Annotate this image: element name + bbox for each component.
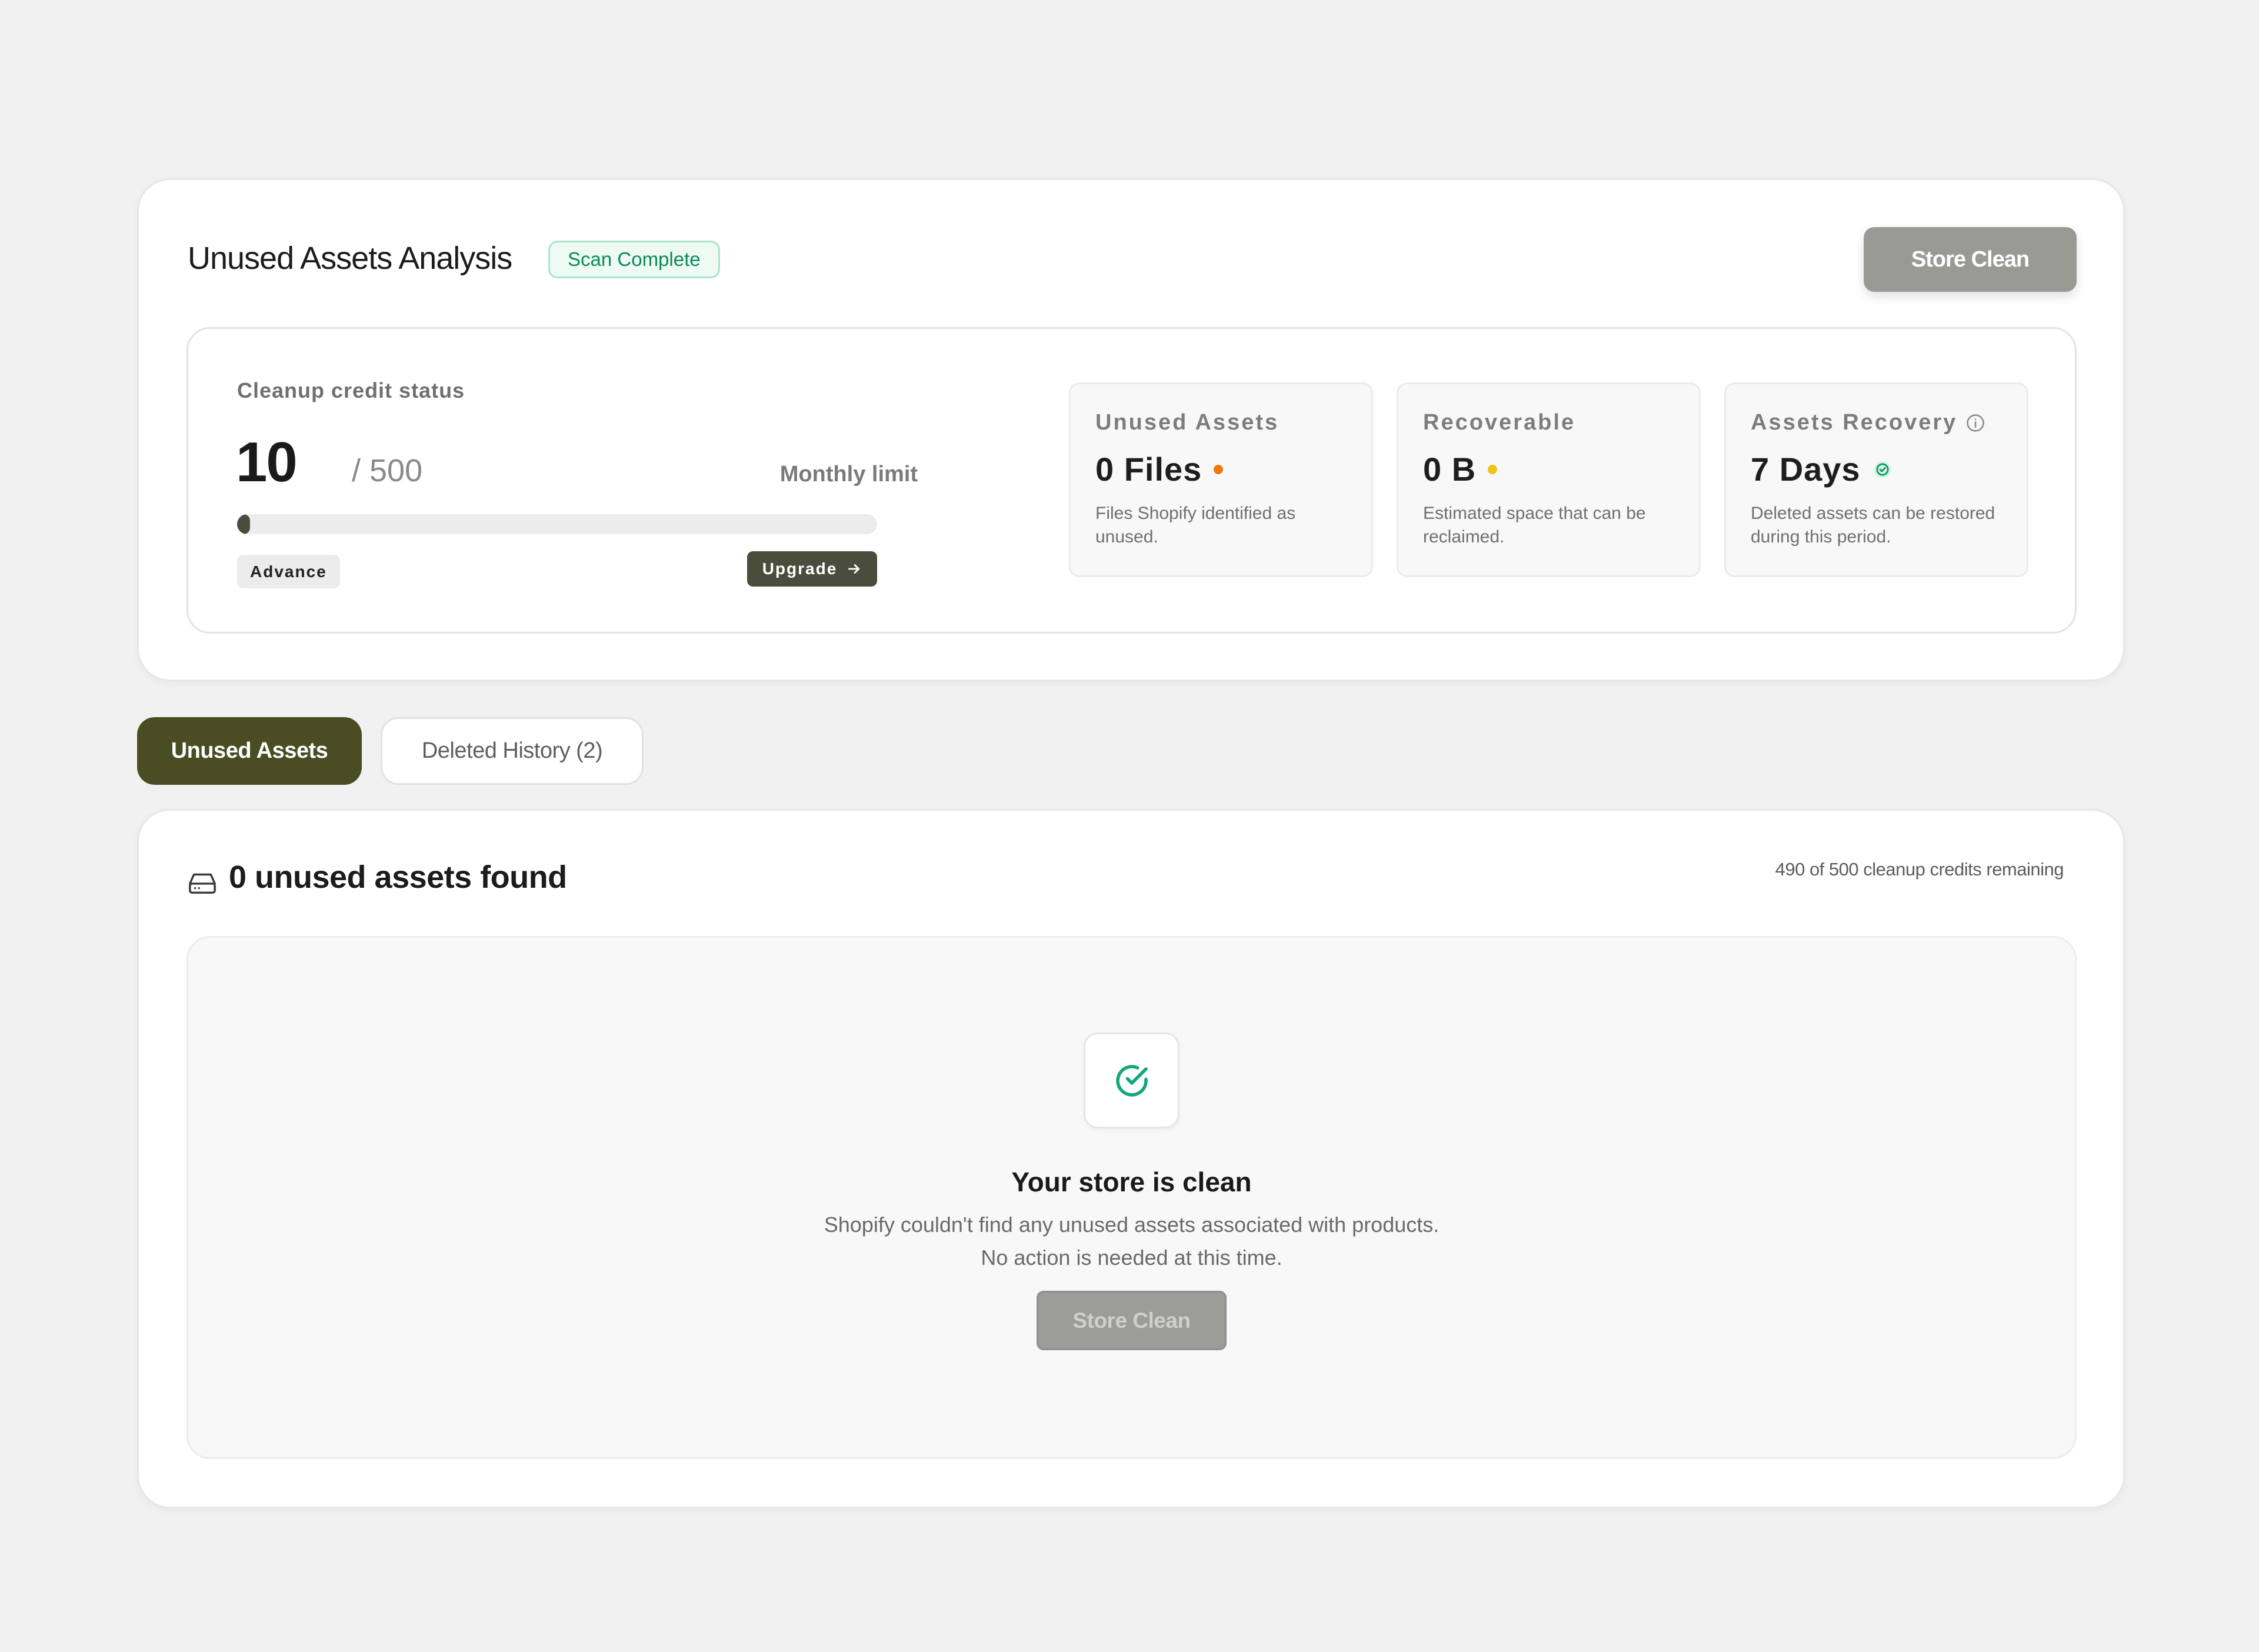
stat-value: 0 Files bbox=[1095, 451, 1202, 488]
analysis-card: Unused Assets Analysis Scan Complete Sto… bbox=[137, 178, 2125, 681]
upgrade-button-label: Upgrade bbox=[762, 559, 838, 578]
monthly-limit-label: Monthly limit bbox=[779, 462, 918, 487]
hard-drive-icon bbox=[189, 873, 216, 894]
stat-title: Recoverable bbox=[1423, 410, 1576, 435]
plan-badge: Advance bbox=[237, 555, 340, 588]
credit-status-label: Cleanup credit status bbox=[237, 378, 465, 402]
stat-title: Assets Recovery bbox=[1751, 410, 1958, 435]
tab-deleted-history[interactable]: Deleted History (2) bbox=[381, 717, 644, 785]
info-icon[interactable] bbox=[1965, 413, 1985, 433]
arrow-right-icon bbox=[848, 564, 860, 574]
empty-state-icon-box bbox=[1084, 1032, 1180, 1128]
stat-value: 0 B bbox=[1423, 451, 1477, 488]
empty-state-title: Your store is clean bbox=[1011, 1167, 1252, 1197]
credit-total-value: / 500 bbox=[352, 453, 423, 488]
stat-description: Estimated space that can be reclaimed. bbox=[1423, 504, 1646, 547]
empty-state-submessage: No action is needed at this time. bbox=[981, 1245, 1282, 1270]
credit-used-value: 10 bbox=[236, 431, 298, 494]
stat-description: Files Shopify identified as unused. bbox=[1095, 504, 1296, 547]
upgrade-button[interactable]: Upgrade bbox=[747, 551, 877, 587]
stat-card-unused-assets: Unused Assets 0 Files Files Shopify iden… bbox=[1069, 382, 1373, 577]
store-clean-button[interactable]: Store Clean bbox=[1864, 227, 2077, 292]
empty-state-message: Shopify couldn't find any unused assets … bbox=[824, 1213, 1440, 1237]
stat-card-recoverable: Recoverable 0 B Estimated space that can… bbox=[1397, 382, 1701, 577]
empty-state-panel: Your store is clean Shopify couldn't fin… bbox=[186, 936, 2077, 1459]
status-dot-icon bbox=[1214, 464, 1224, 474]
stat-value-row: 7 Days bbox=[1751, 450, 1893, 488]
stat-card-assets-recovery: Assets Recovery 7 Days Deleted assets ca… bbox=[1724, 382, 2028, 577]
credit-progress-fill bbox=[237, 514, 250, 534]
status-dot-icon bbox=[1488, 464, 1498, 474]
credits-remaining-text: 490 of 500 cleanup credits remaining bbox=[1775, 859, 2064, 880]
unused-assets-card: 0 unused assets found 490 of 500 cleanup… bbox=[137, 809, 2125, 1508]
stat-value-row: 0 B bbox=[1423, 450, 1498, 488]
check-circle-icon bbox=[1874, 461, 1891, 478]
check-circle-icon bbox=[1115, 1064, 1148, 1097]
page-title: Unused Assets Analysis bbox=[188, 241, 512, 276]
tab-unused-assets[interactable]: Unused Assets bbox=[137, 717, 362, 785]
stat-title: Unused Assets bbox=[1095, 410, 1280, 435]
stat-description: Deleted assets can be restored during th… bbox=[1751, 504, 1995, 547]
credit-progress-bar bbox=[237, 514, 877, 534]
stat-value-row: 0 Files bbox=[1095, 450, 1224, 488]
stat-title-row: Assets Recovery bbox=[1751, 410, 1985, 435]
stat-value: 7 Days bbox=[1751, 451, 1861, 488]
store-clean-button-disabled[interactable]: Store Clean bbox=[1037, 1291, 1227, 1350]
stats-panel: Cleanup credit status 10 / 500 Monthly l… bbox=[186, 327, 2077, 634]
results-title: 0 unused assets found bbox=[229, 860, 567, 895]
status-badge: Scan Complete bbox=[548, 241, 720, 278]
